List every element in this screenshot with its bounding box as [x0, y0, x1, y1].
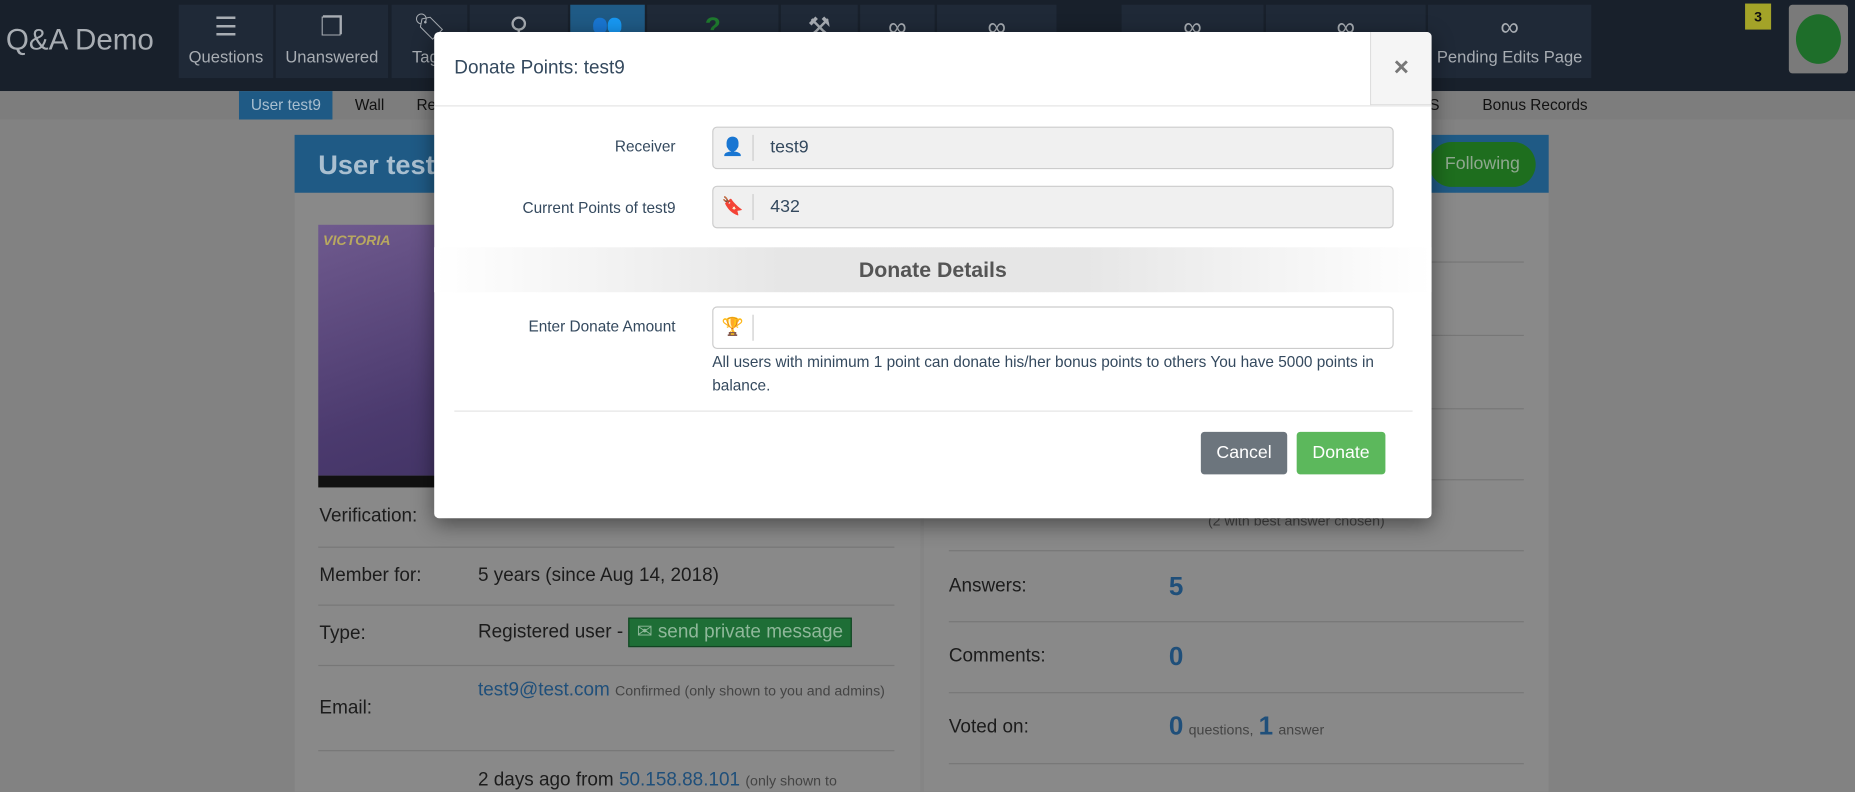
- comments-value: 0: [1168, 641, 1184, 671]
- bookmark-icon: 🔖: [721, 196, 744, 217]
- nav-unanswered[interactable]: ❐ Unanswered: [275, 4, 389, 79]
- answers-value[interactable]: 5: [1169, 571, 1183, 602]
- site-logo[interactable]: Q&A Demo: [6, 24, 154, 58]
- divider: [318, 664, 895, 667]
- divider: [948, 692, 1524, 694]
- type-value: Registered user - ✉ send private message: [477, 617, 852, 648]
- verification-label: Verification:: [319, 506, 418, 527]
- type-text: Registered user -: [477, 622, 624, 643]
- subnav-wall[interactable]: Wall: [343, 91, 396, 119]
- divider: [454, 410, 1413, 412]
- following-button[interactable]: Following: [1429, 141, 1536, 187]
- divider: [434, 105, 1432, 107]
- email-label: Email:: [319, 698, 373, 719]
- type-label: Type:: [319, 623, 366, 644]
- divider: [948, 550, 1524, 552]
- subnav-user[interactable]: User test9: [238, 91, 333, 120]
- email-value: test9@test.com Confirmed (only shown to …: [478, 672, 892, 710]
- user-icon: 👤: [721, 137, 744, 158]
- dialog-title: Donate Points: test9: [454, 57, 625, 79]
- divider: [318, 546, 895, 548]
- divider: [948, 621, 1524, 623]
- amount-label: Enter Donate Amount: [528, 317, 676, 335]
- nav-questions[interactable]: ☰ Questions: [178, 4, 274, 79]
- subnav-bonus-records[interactable]: Bonus Records: [1471, 91, 1600, 119]
- comments-label: Comments:: [948, 645, 1046, 667]
- pages-icon: ❐: [320, 11, 344, 42]
- voted-value: 0 questions, 1 answer: [1169, 711, 1324, 742]
- voted-answers: 1: [1258, 711, 1274, 741]
- member-label: Member for:: [319, 565, 422, 586]
- ip-link[interactable]: 50.158.88.101: [619, 770, 740, 790]
- nav-pending-edits[interactable]: ∞ Pending Edits Page: [1428, 4, 1592, 79]
- answers-label: Answers:: [948, 576, 1027, 597]
- last-login: 2 days ago from 50.158.88.101 (only show…: [478, 770, 837, 791]
- divider: [318, 750, 895, 752]
- nav-label: Pending Edits Page: [1436, 47, 1583, 67]
- voted-label: Voted on:: [948, 716, 1029, 738]
- donate-amount-input[interactable]: [756, 307, 1391, 348]
- trophy-icon: 🏆: [721, 317, 744, 338]
- nav-label: Questions: [188, 47, 264, 67]
- donate-points-dialog: Donate Points: test9 × Receiver 👤 test9 …: [434, 31, 1432, 519]
- profile-title: User test9: [318, 149, 450, 180]
- infinity-icon: ∞: [1500, 11, 1519, 42]
- lastlogin-note: (only shown to: [745, 772, 837, 790]
- user-avatar[interactable]: [1788, 4, 1849, 74]
- help-text: All users with minimum 1 point can donat…: [712, 352, 1374, 394]
- nav-label: Unanswered: [285, 47, 379, 67]
- points-value: 432: [770, 196, 800, 217]
- donate-button[interactable]: Donate: [1296, 431, 1386, 475]
- donate-details-heading: Donate Details: [434, 247, 1432, 293]
- close-button[interactable]: ×: [1370, 31, 1432, 106]
- list-icon: ☰: [214, 11, 238, 42]
- page: Q&A Demo ☰ Questions ❐ Unanswered 🏷 Tags ⚲ …: [0, 0, 1855, 792]
- image-caption: VICTORIA: [322, 231, 391, 249]
- points-label: Current Points of test9: [522, 198, 676, 217]
- voted-a-unit: answer: [1278, 721, 1325, 739]
- close-icon: ×: [1393, 52, 1409, 82]
- voted-q-unit: questions,: [1188, 721, 1254, 739]
- send-pm-button[interactable]: ✉ send private message: [628, 617, 852, 648]
- voted-questions: 0: [1168, 711, 1184, 741]
- divider: [318, 604, 895, 606]
- current-points-field: 🔖 432: [712, 185, 1394, 229]
- receiver-value: test9: [770, 137, 809, 158]
- divider: [948, 763, 1524, 765]
- cancel-button[interactable]: Cancel: [1200, 431, 1288, 475]
- receiver-label: Receiver: [614, 137, 676, 155]
- member-value: 5 years (since Aug 14, 2018): [477, 565, 719, 586]
- pm-label: send private message: [657, 622, 844, 643]
- email-link[interactable]: test9@test.com: [478, 680, 610, 700]
- donate-amount-field: 🏆: [712, 306, 1394, 350]
- lastlogin-text: 2 days ago from: [477, 770, 614, 791]
- email-note: Confirmed (only shown to you and admins): [615, 682, 885, 700]
- notification-badge[interactable]: 3: [1745, 3, 1772, 30]
- receiver-field: 👤 test9: [712, 126, 1394, 170]
- avatar-image: [1795, 14, 1841, 64]
